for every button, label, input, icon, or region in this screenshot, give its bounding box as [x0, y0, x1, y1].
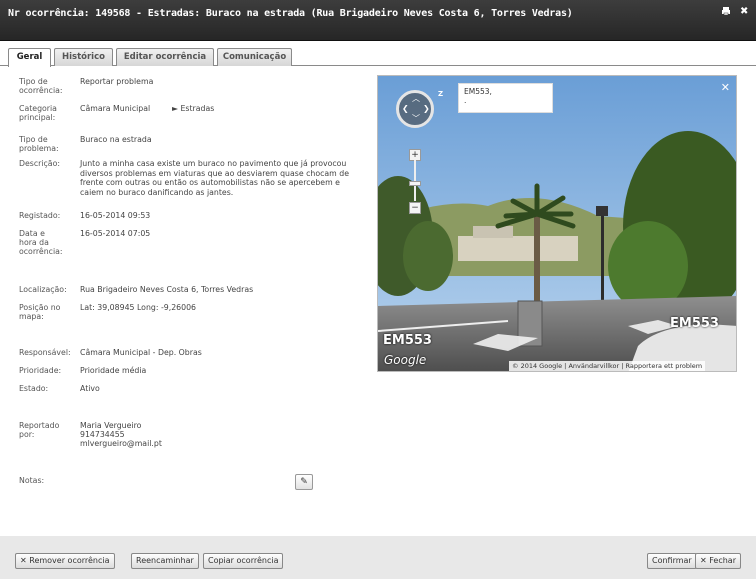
copy-button[interactable]: Copiar ocorrência [203, 553, 284, 569]
field-label-categoria: Categoria principal: [19, 104, 57, 122]
map-footer: © 2014 Google | Användarvillkor | Rappor… [509, 361, 706, 371]
edit-notes-button[interactable]: ✎ [295, 474, 313, 490]
print-icon[interactable] [721, 6, 731, 19]
subcategory: ► Estradas [172, 104, 252, 114]
field-label-responsavel: Responsável: [19, 348, 71, 357]
field-value-subcategoria: Estradas [180, 104, 215, 113]
field-value-localizacao: Rua Brigadeiro Neves Costa 6, Torres Ved… [80, 285, 254, 294]
field-value-tipo-problema: Buraco na estrada [80, 135, 152, 144]
pan-left-icon[interactable]: ❮ [402, 105, 409, 113]
road-label-right: EM553 [670, 316, 719, 331]
field-label-estado: Estado: [19, 384, 49, 393]
forward-button[interactable]: Reencaminhar [131, 553, 199, 569]
field-label-data-ocorrencia: Data e hora da ocorrência: [19, 229, 63, 256]
field-value-registado: 16-05-2014 09:53 [80, 211, 151, 220]
field-label-posicao: Posição no mapa: [19, 303, 61, 321]
close-button[interactable]: ✕ Fechar [695, 553, 741, 569]
remove-label: Remover ocorrência [29, 556, 110, 565]
pencil-icon: ✎ [300, 477, 308, 487]
field-label-descricao: Descrição: [19, 159, 60, 168]
x-icon: ✕ [20, 556, 30, 565]
pan-right-icon[interactable]: ❯ [423, 105, 430, 113]
field-value-estado: Ativo [80, 384, 100, 393]
map-report-link[interactable]: Rapportera ett problem [626, 362, 703, 370]
field-value-data-ocorrencia: 16-05-2014 07:05 [80, 229, 151, 238]
field-value-responsavel: Câmara Municipal - Dep. Obras [80, 348, 202, 357]
address-line-2: . [464, 96, 467, 105]
tab-bar: Geral Histórico Editar ocorrência Comuni… [0, 48, 756, 67]
field-value-posicao: Lat: 39,08945 Long: -9,26006 [80, 303, 196, 312]
street-view-map[interactable]: ︿ ❮ ❯ ﹀ Z EM553, . + − ✕ EM553 EM553 Goo… [377, 75, 737, 372]
field-label-registado: Registado: [19, 211, 61, 220]
close-label: Fechar [709, 556, 736, 565]
map-copyright: © 2014 Google [512, 362, 563, 370]
tab-geral[interactable]: Geral [8, 48, 51, 67]
zoom-slider-knob[interactable] [409, 181, 421, 186]
reporter-email: mlvergueiro@mail.pt [80, 439, 162, 448]
confirm-button[interactable]: Confirmar [647, 553, 697, 569]
address-box: EM553, . [458, 83, 553, 113]
field-label-tipo-problema: Tipo de problema: [19, 135, 59, 153]
tab-editar-ocorrencia[interactable]: Editar ocorrência [116, 48, 214, 66]
field-label-reportado: Reportado por: [19, 421, 60, 439]
tab-historico[interactable]: Histórico [54, 48, 113, 66]
field-label-localizacao: Localização: [19, 285, 67, 294]
tab-comunicacao[interactable]: Comunicação [217, 48, 292, 66]
pan-control[interactable]: ︿ ❮ ❯ ﹀ [396, 90, 434, 128]
field-label-prioridade: Prioridade: [19, 366, 62, 375]
road-label-left: EM553 [383, 333, 432, 348]
google-logo: Google [384, 353, 427, 367]
close-map-icon[interactable]: ✕ [721, 81, 730, 94]
field-label-notas: Notas: [19, 476, 45, 485]
x-icon: ✕ [700, 556, 710, 565]
window-titlebar: Nr ocorrência: 149568 - Estradas: Buraco… [0, 0, 756, 41]
map-terms-link[interactable]: Användarvillkor [568, 362, 619, 370]
pan-up-icon[interactable]: ︿ [412, 95, 420, 103]
zoom-out-button[interactable]: − [409, 202, 421, 214]
remove-button[interactable]: ✕ Remover ocorrência [15, 553, 115, 569]
field-value-categoria: Câmara Municipal [80, 104, 151, 113]
field-value-descricao: Junto a minha casa existe um buraco no p… [80, 159, 349, 197]
window-title: Nr ocorrência: 149568 - Estradas: Buraco… [8, 8, 573, 19]
close-icon[interactable]: ✖ [740, 6, 748, 17]
field-value-prioridade: Prioridade média [80, 366, 147, 375]
pan-down-icon[interactable]: ﹀ [412, 115, 420, 123]
field-label-tipo-ocorrencia: Tipo de ocorrência: [19, 77, 63, 95]
compass-icon: Z [438, 90, 444, 98]
address-line-1: EM553, [464, 87, 492, 96]
field-value-tipo-ocorrencia: Reportar problema [80, 77, 154, 86]
